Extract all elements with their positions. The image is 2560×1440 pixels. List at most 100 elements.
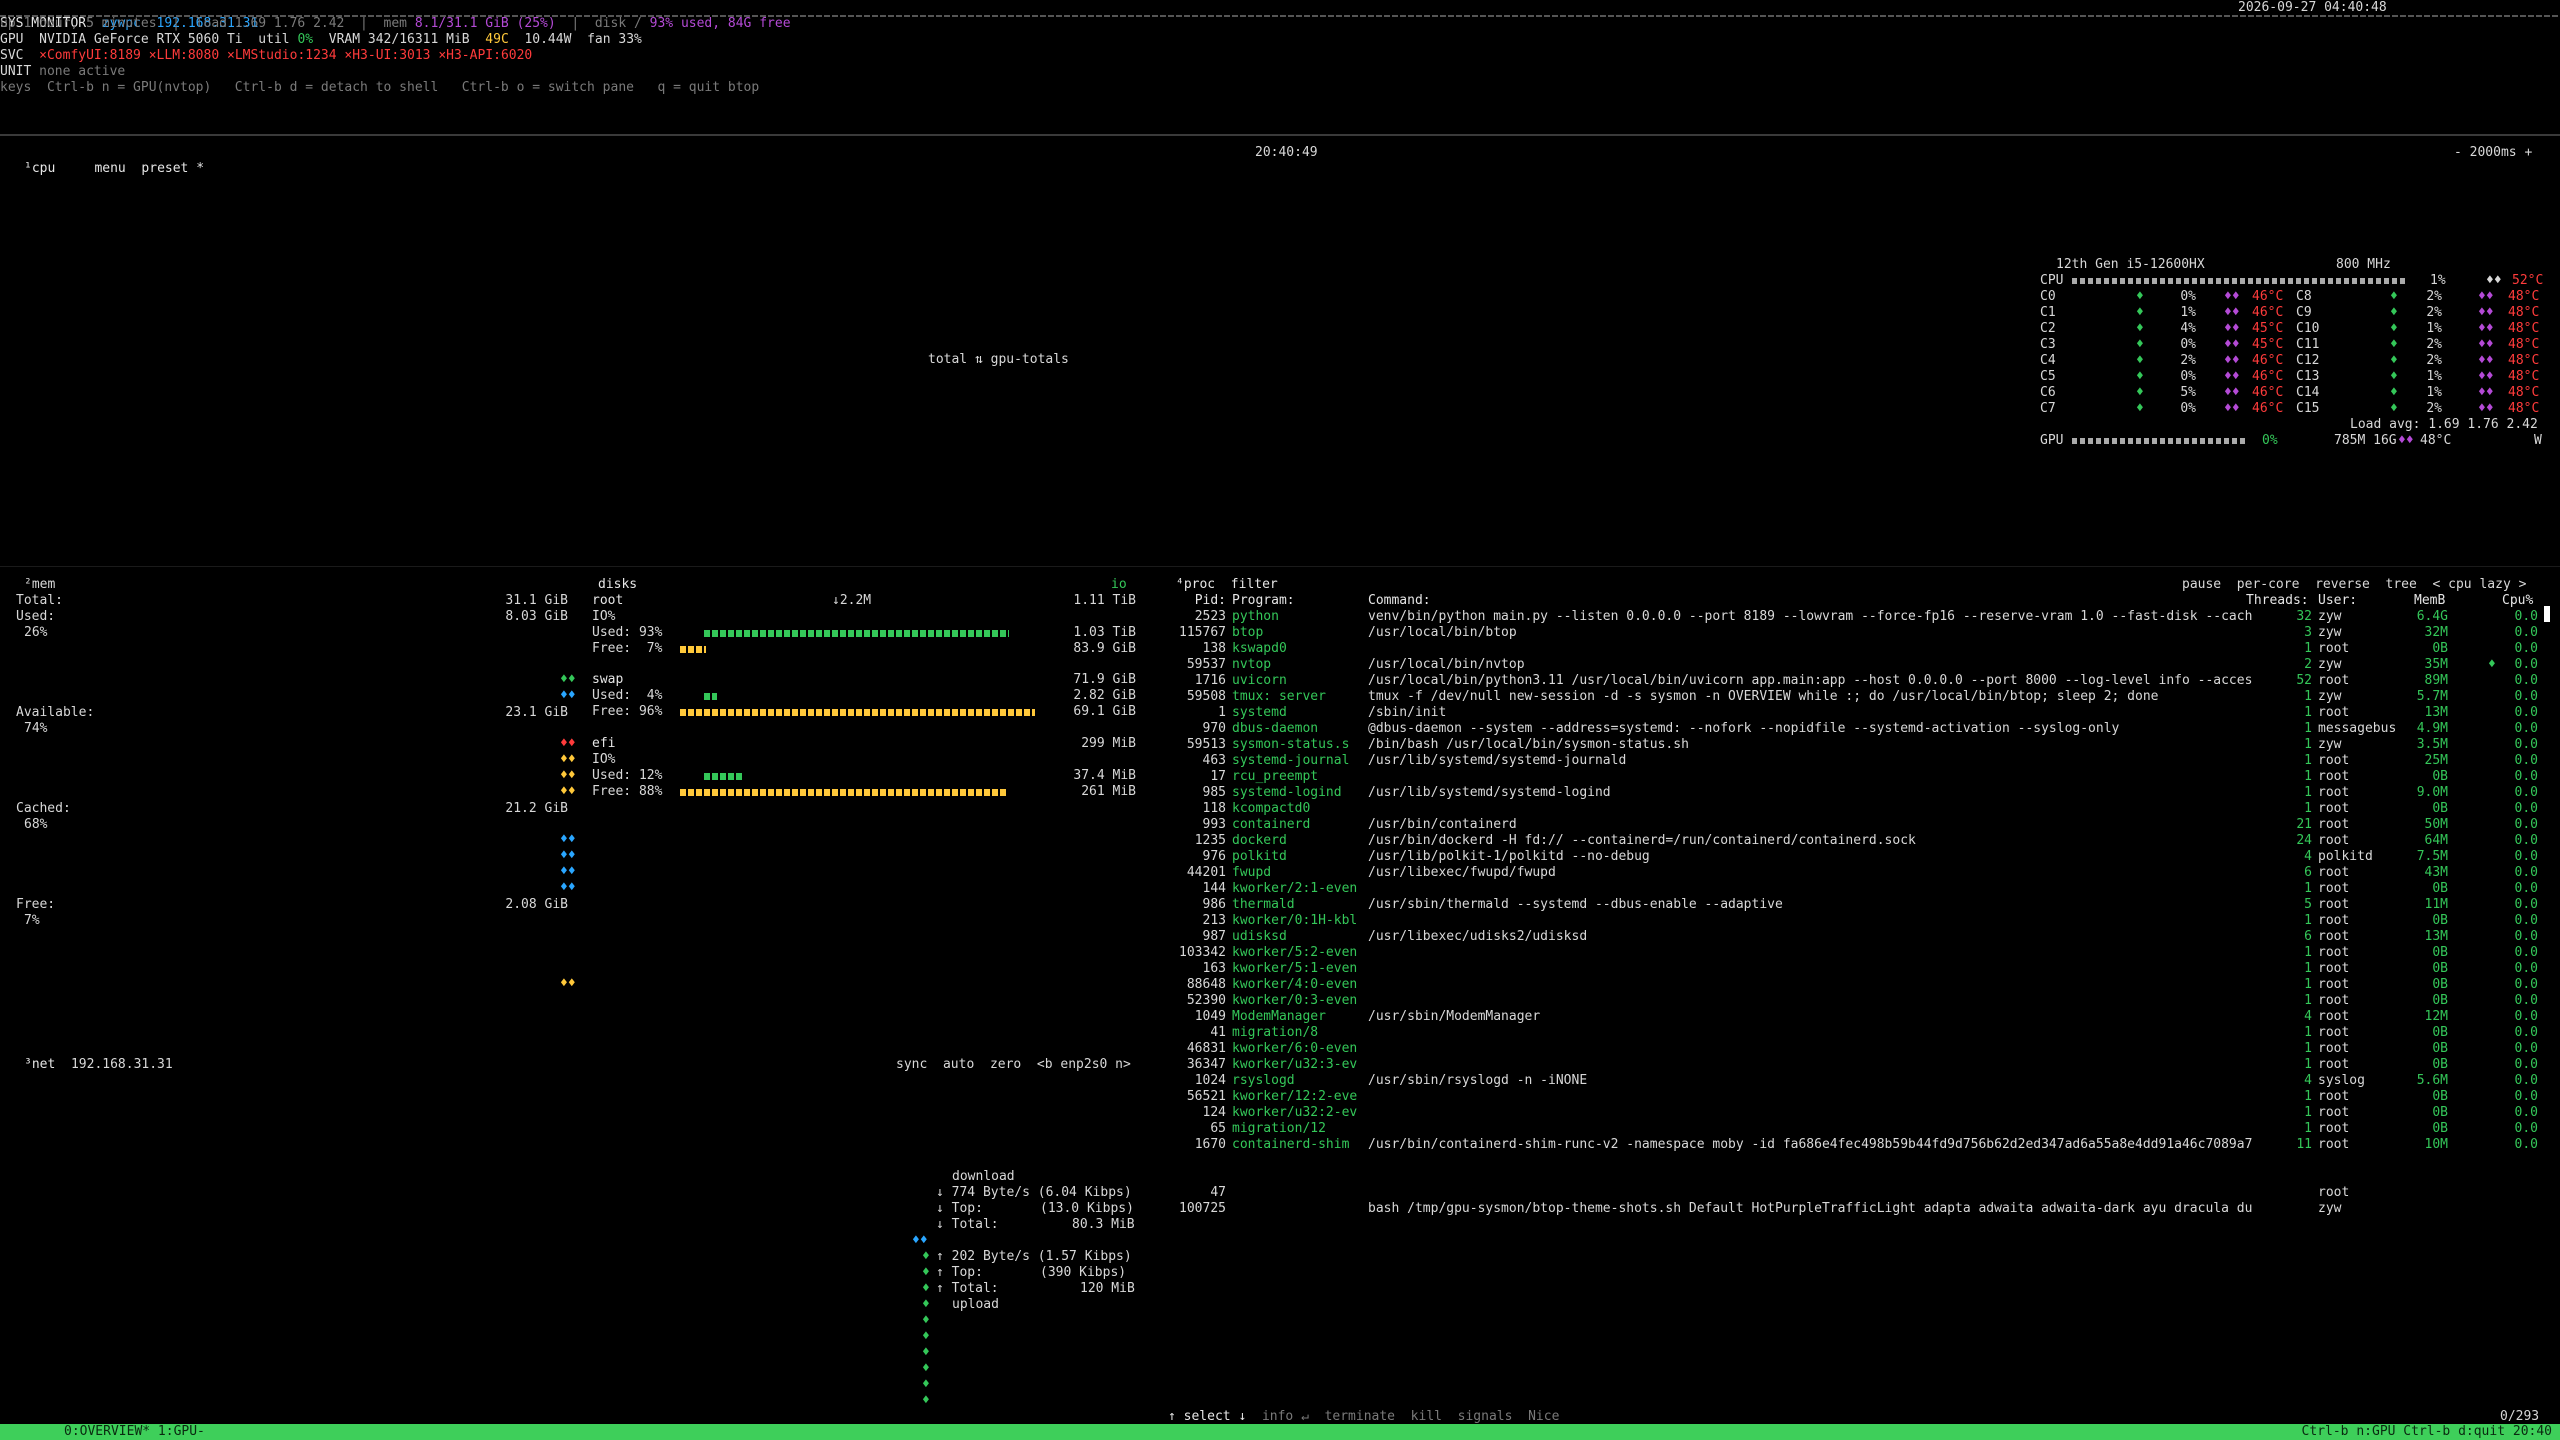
- proc-program: fwupd: [1232, 865, 1272, 880]
- tab-mem[interactable]: ²mem: [24, 577, 55, 593]
- core-temp-icon: ♦♦: [2224, 321, 2240, 336]
- proc-pid: 100725: [1179, 1201, 1226, 1216]
- disk-used-label: Used: 93%: [592, 625, 663, 640]
- proc-user: messagebus: [2318, 721, 2397, 736]
- col-program[interactable]: Program:: [1232, 593, 1295, 609]
- disk-size: 299 MiB: [1081, 736, 1136, 751]
- uptime-text: up 1 hour, 5 minutes | load 1.69 1.76 2.…: [0, 16, 415, 31]
- proc-cpu: 0.0: [2514, 1105, 2538, 1120]
- proc-pause[interactable]: pause: [2182, 577, 2221, 592]
- proc-command: venv/bin/python main.py --listen 0.0.0.0…: [1368, 609, 2253, 624]
- proc-pid: 103342: [1179, 945, 1226, 960]
- core-pct: 1%: [2426, 385, 2442, 400]
- net-dl-total: ↓ Total:: [936, 1217, 999, 1232]
- col-cpu[interactable]: Cpu%: [2502, 593, 2533, 609]
- gpu-label: GPU: [0, 32, 24, 47]
- net-sync[interactable]: sync: [896, 1057, 927, 1072]
- proc-mem: 0B: [2432, 945, 2448, 960]
- core-name: C5: [2040, 369, 2056, 384]
- mem-value: 31.1 GiB: [505, 593, 568, 608]
- proc-reverse[interactable]: reverse: [2315, 577, 2370, 592]
- core-pct: 2%: [2426, 353, 2442, 368]
- proc-program: systemd-logind: [1232, 785, 1342, 800]
- tmux-windows[interactable]: 0:OVERVIEW* 1:GPU-: [64, 1424, 205, 1440]
- proc-program: kcompactd0: [1232, 801, 1311, 816]
- proc-pid: 59513: [1186, 737, 1226, 752]
- proc-pid: 47: [1210, 1185, 1226, 1200]
- proc-terminate[interactable]: terminate: [1325, 1409, 1395, 1424]
- proc-program: migration/8: [1232, 1025, 1319, 1040]
- proc-per-core[interactable]: per-core: [2237, 577, 2300, 592]
- proc-tree[interactable]: tree: [2386, 577, 2417, 592]
- col-user[interactable]: User:: [2318, 593, 2357, 609]
- core-name: C8: [2296, 289, 2312, 304]
- proc-program: polkitd: [1232, 849, 1287, 864]
- proc-cpu: 0.0: [2514, 1009, 2538, 1024]
- proc-pid: 1049: [1194, 1009, 1226, 1024]
- proc-user: syslog: [2318, 1073, 2365, 1088]
- disks-title: disks: [598, 577, 637, 593]
- proc-command: /usr/lib/systemd/systemd-logind: [1368, 785, 1611, 800]
- proc-program: kworker/4:0-even: [1232, 977, 1358, 992]
- disk-used-value: 37.4 MiB: [1073, 768, 1136, 783]
- io-title: io: [1111, 577, 1127, 592]
- proc-threads: 1: [2304, 1089, 2312, 1104]
- proc-threads: 24: [2296, 833, 2312, 848]
- proc-scrollbar[interactable]: [2544, 606, 2550, 622]
- proc-threads: 1: [2304, 1057, 2312, 1072]
- net-graph-bar: ♦: [922, 1345, 930, 1360]
- proc-pid: 1: [1218, 705, 1226, 720]
- core-temp: 48°C: [2508, 337, 2540, 352]
- core-temp-icon: ♦♦: [2478, 353, 2494, 368]
- dl-top-value: (13.0 Kibps): [1040, 1201, 1134, 1216]
- proc-threads: 1: [2304, 1041, 2312, 1056]
- core-name: C6: [2040, 385, 2056, 400]
- proc-select[interactable]: ↑ select ↓: [1168, 1409, 1246, 1424]
- proc-signals[interactable]: signals: [1458, 1409, 1513, 1424]
- proc-kill[interactable]: kill: [1411, 1409, 1442, 1424]
- proc-cpu: 0.0: [2514, 801, 2538, 816]
- mem-graph-icon: ♦♦: [560, 736, 576, 751]
- col-threads[interactable]: Threads:: [2246, 593, 2309, 609]
- tab-net[interactable]: ³net: [24, 1057, 55, 1072]
- disk-used-bar: [704, 630, 1009, 637]
- core-name: C0: [2040, 289, 2056, 304]
- col-command[interactable]: Command:: [1368, 593, 1431, 609]
- proc-graph-icon: ♦: [2488, 657, 2496, 672]
- mem-pct: 26%: [24, 625, 48, 640]
- proc-mem: 0B: [2432, 881, 2448, 896]
- core-temp: 46°C: [2252, 353, 2284, 368]
- proc-filter[interactable]: filter: [1231, 577, 1278, 592]
- proc-tab-row: ⁴proc filter: [1176, 577, 1278, 593]
- mem-graph-icon: ♦♦: [560, 768, 576, 783]
- proc-threads: 1: [2304, 913, 2312, 928]
- net-ul-top: ↑ Top:: [936, 1265, 983, 1280]
- proc-threads: 21: [2296, 817, 2312, 832]
- tab-proc[interactable]: ⁴proc: [1176, 577, 1215, 592]
- core-name: C9: [2296, 305, 2312, 320]
- proc-info[interactable]: info ↵: [1262, 1409, 1309, 1424]
- menu-button[interactable]: menu: [94, 161, 125, 176]
- load-avg: Load avg: 1.69 1.76 2.42: [2350, 417, 2538, 432]
- proc-nice[interactable]: Nice: [1528, 1409, 1559, 1424]
- preset-button[interactable]: preset *: [141, 161, 204, 176]
- disk-free-value: 83.9 GiB: [1073, 641, 1136, 656]
- col-mem[interactable]: MemB: [2414, 593, 2445, 609]
- proc-pid: 115767: [1179, 625, 1226, 640]
- update-interval[interactable]: - 2000ms +: [2454, 145, 2532, 161]
- tab-cpu[interactable]: ¹cpu: [24, 161, 55, 176]
- proc-mem: 64M: [2424, 833, 2448, 848]
- net-zero[interactable]: zero: [990, 1057, 1021, 1072]
- net-auto[interactable]: auto: [943, 1057, 974, 1072]
- proc-sort[interactable]: < cpu lazy >: [2433, 577, 2527, 592]
- col-pid[interactable]: Pid:: [1190, 593, 1226, 609]
- ul-top-label: Top:: [951, 1265, 983, 1280]
- net-interface[interactable]: <b enp2s0 n>: [1037, 1057, 1131, 1072]
- proc-user: root: [2318, 801, 2350, 816]
- unit-line: UNIT none active: [0, 64, 125, 80]
- proc-program: nvtop: [1232, 657, 1272, 672]
- cpu-graph-label: total ⇅ gpu-totals: [928, 352, 1069, 367]
- core-temp-icon: ♦♦: [2478, 401, 2494, 416]
- mem-value: 8.1/31.1 GiB (25%): [414, 16, 556, 31]
- proc-program: tmux: server: [1232, 689, 1326, 704]
